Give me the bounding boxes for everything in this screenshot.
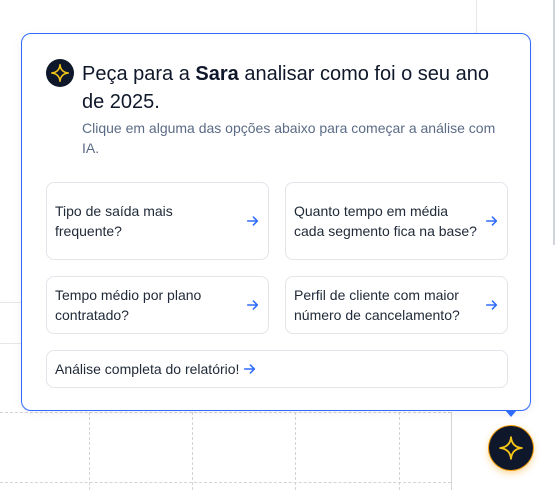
option-label: Análise completa do relatório! bbox=[55, 361, 240, 377]
chart-gridline bbox=[399, 412, 400, 490]
sparkle-icon bbox=[46, 59, 74, 87]
assistant-subtitle: Clique em alguma das opções abaixo para … bbox=[82, 120, 496, 156]
option-label: Quanto tempo em média cada segmento fica… bbox=[294, 203, 477, 239]
option-button-analise-completa[interactable]: Análise completa do relatório! bbox=[46, 350, 508, 388]
option-label: Tempo médio por plano contratado? bbox=[55, 287, 202, 323]
assistant-name: Sara bbox=[195, 63, 239, 85]
row-divider bbox=[0, 302, 22, 303]
arrow-right-icon bbox=[244, 364, 256, 374]
chart-gridlines bbox=[0, 412, 451, 491]
option-button-tempo-por-segmento[interactable]: Quanto tempo em média cada segmento fica… bbox=[285, 182, 508, 260]
row-divider bbox=[0, 343, 22, 344]
arrow-right-icon bbox=[246, 300, 259, 310]
option-button-tempo-por-plano[interactable]: Tempo médio por plano contratado? bbox=[46, 276, 269, 334]
option-button-tipo-de-saida[interactable]: Tipo de saída mais frequente? bbox=[46, 182, 269, 260]
arrow-right-icon bbox=[485, 300, 498, 310]
chart-gridline bbox=[192, 412, 193, 490]
ai-assistant-fab[interactable] bbox=[489, 426, 533, 470]
assistant-headline: Peça para a Sara analisar como foi o seu… bbox=[82, 60, 512, 116]
chart-gridline bbox=[89, 412, 90, 490]
chart-border bbox=[451, 412, 452, 490]
option-button-perfil-cancelamento[interactable]: Perfil de cliente com maior número de ca… bbox=[285, 276, 508, 334]
sparkle-icon bbox=[498, 435, 524, 461]
headline-prefix: Peça para a bbox=[82, 63, 196, 85]
popover-pointer bbox=[505, 410, 517, 417]
chart-gridline bbox=[295, 412, 296, 490]
arrow-right-icon bbox=[485, 216, 498, 226]
option-label: Tipo de saída mais frequente? bbox=[55, 203, 173, 239]
ai-assistant-popover: Peça para a Sara analisar como foi o seu… bbox=[21, 33, 531, 411]
arrow-right-icon bbox=[246, 216, 259, 226]
option-label: Perfil de cliente com maior número de ca… bbox=[294, 287, 460, 323]
chart-gridline bbox=[0, 482, 451, 483]
